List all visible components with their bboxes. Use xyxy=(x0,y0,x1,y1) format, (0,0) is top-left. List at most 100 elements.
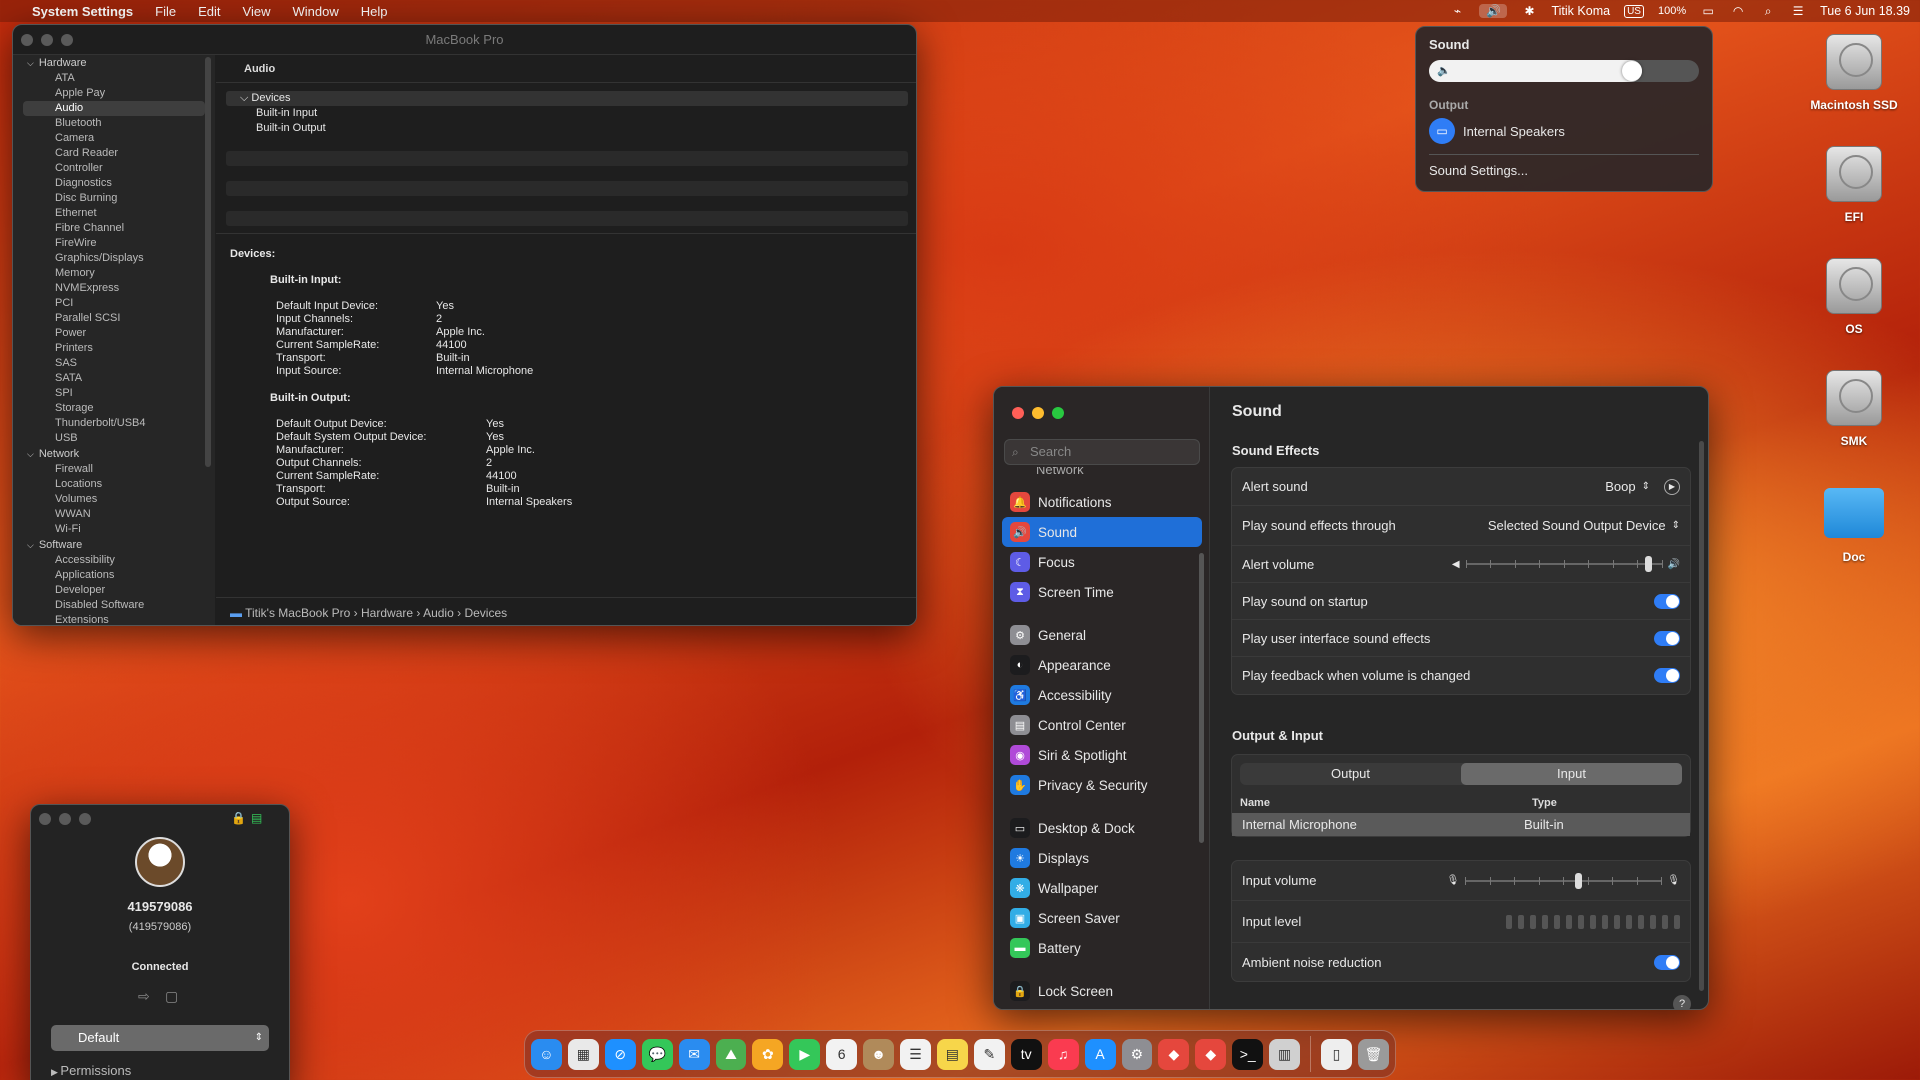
dock-app-icon[interactable]: ✿ xyxy=(752,1038,784,1070)
dock-app-icon[interactable]: ▤ xyxy=(936,1038,968,1070)
minimize-button[interactable] xyxy=(1032,407,1044,419)
tree-root[interactable]: ⌵ Devices xyxy=(226,91,908,106)
sidebar-item[interactable]: Ethernet xyxy=(13,206,215,221)
desktop-folder-doc[interactable]: Doc xyxy=(1809,488,1899,564)
menu-help[interactable]: Help xyxy=(361,4,388,19)
dock-app-icon[interactable]: 💬 xyxy=(641,1038,673,1070)
tab-output[interactable]: Output xyxy=(1240,763,1461,785)
sound-settings-link[interactable]: Sound Settings... xyxy=(1429,163,1699,178)
dock-app-icon[interactable]: ⛰ xyxy=(715,1038,747,1070)
dock-app-icon[interactable]: ▯ xyxy=(1321,1038,1352,1070)
column-header[interactable]: Audio xyxy=(216,55,916,83)
sound-menu-icon[interactable]: 🔊 xyxy=(1479,4,1508,18)
breadcrumb-item[interactable]: Titik's MacBook Pro xyxy=(245,606,350,620)
zoom-button[interactable] xyxy=(1052,407,1064,419)
sidebar-item-battery[interactable]: ▬ Battery xyxy=(1002,933,1202,963)
chat-icon[interactable]: ▤ xyxy=(251,811,262,825)
sidebar-item-screen-time[interactable]: ⧗ Screen Time xyxy=(1002,577,1202,607)
desktop-drive-efi[interactable]: EFI xyxy=(1809,146,1899,224)
sidebar-item-general[interactable]: ⚙ General xyxy=(1002,620,1202,650)
sidebar-scrollbar[interactable] xyxy=(1199,553,1204,843)
sidebar-item[interactable]: Developer xyxy=(13,583,215,598)
dock-app-icon[interactable]: ◆ xyxy=(1195,1038,1227,1070)
sidebar-item[interactable]: Audio xyxy=(23,101,205,116)
column-type[interactable]: Type xyxy=(1532,797,1557,809)
desktop-drive-os[interactable]: OS xyxy=(1809,258,1899,336)
sidebar-item[interactable]: Disc Burning xyxy=(13,191,215,206)
sidebar-item[interactable]: Graphics/Displays xyxy=(13,251,215,266)
sidebar-item[interactable]: Camera xyxy=(13,131,215,146)
sidebar-item[interactable]: Extensions xyxy=(13,613,215,625)
sidebar-item[interactable]: Wi-Fi xyxy=(13,522,215,537)
dock-app-icon[interactable]: ☰ xyxy=(900,1038,931,1070)
volume-feedback-toggle[interactable] xyxy=(1654,668,1680,683)
tree-item-input[interactable]: Built-in Input xyxy=(226,106,908,121)
minimize-button[interactable] xyxy=(41,34,53,46)
sidebar-item[interactable]: Printers xyxy=(13,341,215,356)
sidebar-item-screen-saver[interactable]: ▣ Screen Saver xyxy=(1002,903,1202,933)
dock-app-icon[interactable]: ▥ xyxy=(1269,1038,1301,1070)
volume-slider[interactable]: 🔈 xyxy=(1429,60,1699,82)
battery-icon[interactable]: ▭ xyxy=(1700,4,1716,18)
sidebar-item[interactable]: SATA xyxy=(13,371,215,386)
profile-select[interactable]: Default ⇕ xyxy=(51,1025,269,1051)
dock-app-icon[interactable]: ✎ xyxy=(973,1038,1005,1070)
noise-reduction-toggle[interactable] xyxy=(1654,954,1680,970)
sidebar-item[interactable]: Volumes xyxy=(13,492,215,507)
menu-file[interactable]: File xyxy=(155,4,176,19)
sidebar-item[interactable]: NVMExpress xyxy=(13,281,215,296)
sidebar-item[interactable]: Firewall xyxy=(13,462,215,477)
slider-thumb[interactable] xyxy=(1645,556,1653,572)
ui-sounds-toggle[interactable] xyxy=(1654,630,1680,646)
dock-app-icon[interactable]: 6 xyxy=(826,1038,858,1070)
sidebar-item[interactable]: USB xyxy=(13,431,215,446)
sidebar-item[interactable]: FireWire xyxy=(13,236,215,251)
sidebar-item[interactable]: Thunderbolt/USB4 xyxy=(13,416,215,431)
sidebar-section[interactable]: Hardware xyxy=(13,55,215,71)
dock-app-icon[interactable]: ◆ xyxy=(1158,1038,1190,1070)
sidebar-item-control-center[interactable]: ▤ Control Center xyxy=(1002,710,1202,740)
tab-input[interactable]: Input xyxy=(1461,763,1682,785)
user-name[interactable]: Titik Koma xyxy=(1551,4,1610,18)
sidebar-scrollbar[interactable] xyxy=(205,57,211,467)
dock-app-icon[interactable]: ♫ xyxy=(1047,1038,1079,1070)
dock-app-icon[interactable]: ☻ xyxy=(863,1038,895,1070)
message-icon[interactable]: ▢ xyxy=(165,988,178,1005)
input-volume-slider[interactable] xyxy=(1465,872,1663,889)
effects-through-select[interactable]: Selected Sound Output Device ⇕ xyxy=(1488,518,1680,533)
help-button[interactable]: ? xyxy=(1673,995,1691,1009)
control-center-icon[interactable]: ☰ xyxy=(1790,4,1806,18)
sidebar-item[interactable]: Applications xyxy=(13,568,215,583)
dock-app-icon[interactable]: ⊘ xyxy=(604,1038,636,1070)
app-menu[interactable]: System Settings xyxy=(32,4,133,19)
lock-icon[interactable]: 🔒 xyxy=(231,811,246,825)
menu-view[interactable]: View xyxy=(243,4,271,19)
sidebar-item[interactable]: WWAN xyxy=(13,507,215,522)
minimize-button[interactable] xyxy=(59,813,71,825)
breadcrumb-item[interactable]: Hardware xyxy=(361,606,413,620)
play-icon[interactable]: ▶ xyxy=(1664,478,1680,495)
sidebar-item[interactable]: Storage xyxy=(13,401,215,416)
sidebar-item-focus[interactable]: ☾ Focus xyxy=(1002,547,1202,577)
tree-item-output[interactable]: Built-in Output xyxy=(226,121,908,136)
table-row[interactable]: Internal Microphone Built-in xyxy=(1232,813,1690,836)
content-scrollbar[interactable] xyxy=(1699,441,1704,991)
close-button[interactable] xyxy=(1012,407,1024,419)
sidebar-item[interactable]: Apple Pay xyxy=(13,86,215,101)
zoom-button[interactable] xyxy=(79,813,91,825)
clock[interactable]: Tue 6 Jun 18.39 xyxy=(1820,4,1910,18)
alert-sound-select[interactable]: Boop ⇕ ▶ xyxy=(1605,478,1680,495)
sidebar-item[interactable]: Memory xyxy=(13,266,215,281)
sidebar-item-appearance[interactable]: ◐ Appearance xyxy=(1002,650,1202,680)
bluetooth-icon[interactable]: ✱ xyxy=(1521,4,1537,18)
search-input[interactable]: ⌕ Search xyxy=(1004,439,1200,465)
sidebar-item[interactable]: Controller xyxy=(13,161,215,176)
slider-thumb[interactable] xyxy=(1574,872,1582,889)
sidebar-item-lock-screen[interactable]: 🔒 Lock Screen xyxy=(1002,976,1202,1006)
sidebar-item-sound[interactable]: 🔊 Sound xyxy=(1002,517,1202,547)
column-name[interactable]: Name xyxy=(1240,797,1532,809)
dock-app-icon[interactable]: >_ xyxy=(1232,1038,1264,1070)
dock-app-icon[interactable]: ☺ xyxy=(531,1038,562,1070)
desktop-drive-smk[interactable]: SMK xyxy=(1809,370,1899,448)
sidebar-item[interactable]: ATA xyxy=(13,71,215,86)
